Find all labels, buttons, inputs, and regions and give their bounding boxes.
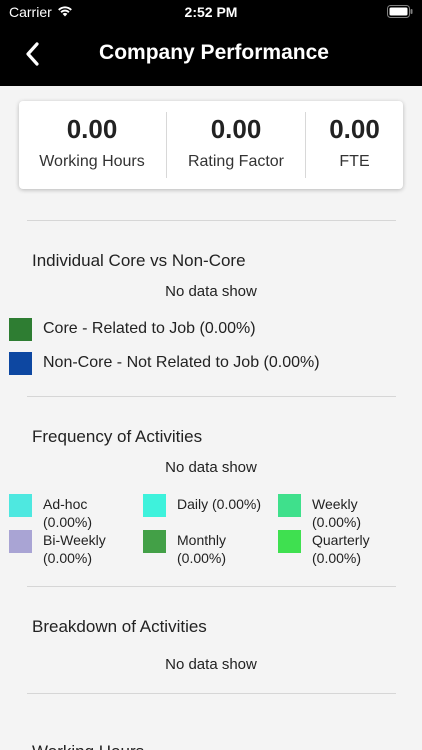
summary-card: 0.00 Working Hours 0.00 Rating Factor 0.…	[19, 101, 403, 189]
legend-label: Non-Core - Not Related to Job (0.00%)	[43, 354, 320, 371]
legend-swatch	[9, 352, 32, 375]
divider	[27, 586, 396, 587]
stat-label: Working Hours	[39, 153, 145, 170]
core-no-data: No data show	[165, 283, 257, 300]
stat-value: 0.00	[210, 114, 262, 144]
working-hours-section-title: Working Hours	[32, 742, 144, 750]
divider	[27, 220, 396, 221]
legend-item-bi-weekly: Bi-Weekly (0.00%)	[9, 530, 139, 570]
stat-value: 0.00	[329, 114, 380, 144]
legend-item-daily: Daily (0.00%)	[143, 494, 273, 534]
frequency-section-title: Frequency of Activities	[32, 427, 203, 446]
app-header: Carrier 2:52 PM Company Performance	[0, 0, 422, 86]
legend-label: Ad-hoc (0.00%)	[43, 496, 93, 530]
legend-label: Bi-Weekly (0.00%)	[43, 532, 106, 566]
legend-item-monthly: Monthly (0.00%)	[143, 530, 273, 570]
legend-swatch	[9, 530, 32, 553]
legend-item-quarterly: Quarterly (0.00%)	[278, 530, 408, 570]
divider	[27, 396, 396, 397]
working-hours-stat: 0.00 Working Hours	[19, 101, 165, 189]
legend-item-weekly: Weekly (0.00%)	[278, 494, 408, 534]
legend-swatch	[9, 494, 32, 517]
legend-item-ad-hoc: Ad-hoc (0.00%)	[9, 494, 139, 534]
page-title: Company Performance	[99, 41, 329, 64]
status-bar: Carrier 2:52 PM	[0, 0, 422, 26]
legend-label: Quarterly (0.00%)	[312, 532, 370, 566]
legend-swatch	[143, 494, 166, 517]
legend-label: Daily (0.00%)	[177, 496, 262, 512]
fte-stat: 0.00 FTE	[306, 101, 403, 189]
stat-label: FTE	[339, 153, 370, 170]
legend-label: Weekly (0.00%)	[312, 496, 362, 530]
stat-label: Rating Factor	[187, 153, 285, 170]
legend-label: Core - Related to Job (0.00%)	[43, 320, 256, 337]
frequency-no-data: No data show	[165, 459, 257, 476]
legend-swatch	[9, 318, 32, 341]
breakdown-no-data: No data show	[165, 656, 257, 673]
core-section-title: Individual Core vs Non-Core	[32, 251, 246, 270]
stat-value: 0.00	[66, 114, 118, 144]
battery-icon	[387, 5, 413, 18]
rating-factor-stat: 0.00 Rating Factor	[167, 101, 305, 189]
legend-swatch	[278, 530, 301, 553]
divider	[27, 693, 396, 694]
legend-label: Monthly (0.00%)	[177, 532, 227, 566]
legend-swatch	[278, 494, 301, 517]
breakdown-section-title: Breakdown of Activities	[32, 617, 207, 636]
status-time: 2:52 PM	[184, 4, 238, 20]
legend-swatch	[143, 530, 166, 553]
